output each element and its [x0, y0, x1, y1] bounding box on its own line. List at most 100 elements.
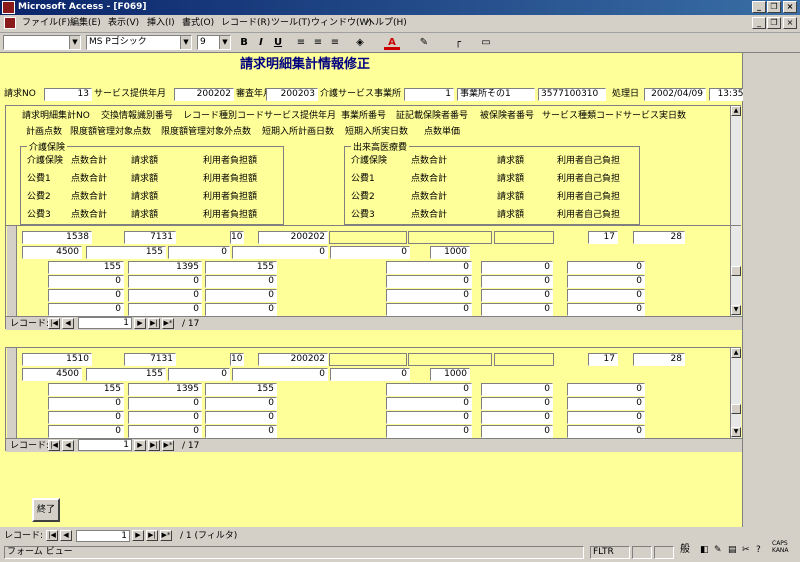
menu-edit[interactable]: 編集(E): [70, 17, 101, 30]
fill-color-icon[interactable]: ◈: [352, 36, 368, 50]
kaigo-field-1-0[interactable]: 0: [48, 275, 124, 288]
last-record-button[interactable]: ▶|: [148, 318, 160, 329]
kaigo-field-3-0[interactable]: 0: [48, 303, 124, 316]
menu-record[interactable]: レコード(R): [221, 17, 270, 30]
kaigo-field-3-2[interactable]: 0: [205, 303, 277, 316]
r2-field-5[interactable]: 1000: [430, 368, 470, 381]
new-record-button[interactable]: ▶*: [160, 530, 172, 541]
deki-field-0-1[interactable]: 0: [481, 261, 553, 274]
close-button[interactable]: ×: [783, 1, 797, 13]
last-record-button[interactable]: ▶|: [148, 440, 160, 451]
ime-mode[interactable]: 般: [680, 544, 690, 556]
r1-field-1[interactable]: 7131: [124, 231, 176, 244]
next-record-button[interactable]: ▶: [134, 440, 146, 451]
jigyosho-name-field[interactable]: 事業所その1: [457, 88, 535, 101]
r1-field-4[interactable]: [329, 353, 407, 366]
kaigo-field-1-1[interactable]: 0: [128, 397, 202, 410]
form-control-icon[interactable]: [4, 17, 16, 29]
kaigo-field-2-0[interactable]: 0: [48, 289, 124, 302]
deki-field-3-2[interactable]: 0: [567, 303, 645, 316]
prev-record-button[interactable]: ◀: [62, 440, 74, 451]
deki-field-0-0[interactable]: 0: [386, 383, 472, 396]
record-number[interactable]: 1: [78, 439, 132, 451]
r2-field-3[interactable]: 0: [232, 246, 328, 259]
kaigo-field-1-1[interactable]: 0: [128, 275, 202, 288]
kaigo-field-0-1[interactable]: 1395: [128, 383, 202, 396]
deki-field-3-2[interactable]: 0: [567, 425, 645, 438]
record-selector[interactable]: [7, 348, 17, 438]
service-ym-field[interactable]: 200202: [174, 88, 234, 101]
deki-field-1-1[interactable]: 0: [481, 397, 553, 410]
kaigo-field-2-1[interactable]: 0: [128, 289, 202, 302]
kaigo-field-0-2[interactable]: 155: [205, 261, 277, 274]
prev-record-button[interactable]: ◀: [60, 530, 72, 541]
menu-file[interactable]: ファイル(F): [22, 17, 70, 30]
r1-field-7[interactable]: 17: [588, 353, 618, 366]
pen-icon[interactable]: ✎: [714, 544, 722, 556]
record-selector[interactable]: [7, 226, 17, 316]
deki-field-1-2[interactable]: 0: [567, 397, 645, 410]
next-record-button[interactable]: ▶: [134, 318, 146, 329]
r2-field-4[interactable]: 0: [330, 368, 410, 381]
deki-field-1-1[interactable]: 0: [481, 275, 553, 288]
first-record-button[interactable]: |◀: [48, 440, 60, 451]
r2-field-4[interactable]: 0: [330, 246, 410, 259]
dictionary-icon[interactable]: ▤: [728, 544, 737, 556]
align-right-icon[interactable]: ≡: [327, 36, 343, 50]
special-effect-icon[interactable]: ▭: [478, 36, 494, 50]
kaigo-field-1-2[interactable]: 0: [205, 397, 277, 410]
r1-field-2[interactable]: 10: [230, 353, 244, 366]
r2-field-2[interactable]: 0: [168, 246, 230, 259]
deki-field-2-0[interactable]: 0: [386, 289, 472, 302]
r1-field-6[interactable]: [494, 353, 554, 366]
prev-record-button[interactable]: ◀: [62, 318, 74, 329]
jigyosho-no-field[interactable]: 1: [404, 88, 454, 101]
r1-field-2[interactable]: 10: [230, 231, 244, 244]
line-color-icon[interactable]: ✎: [416, 36, 432, 50]
r2-field-5[interactable]: 1000: [430, 246, 470, 259]
main-record-number[interactable]: 1: [76, 530, 130, 542]
end-button[interactable]: 終了: [32, 498, 60, 522]
kaigo-field-3-0[interactable]: 0: [48, 425, 124, 438]
font-size-select[interactable]: 9 ▼: [197, 35, 231, 50]
deki-field-2-0[interactable]: 0: [386, 411, 472, 424]
menu-format[interactable]: 書式(O): [182, 17, 214, 30]
r2-field-1[interactable]: 155: [86, 246, 166, 259]
r1-field-5[interactable]: [408, 353, 492, 366]
scroll-thumb[interactable]: [731, 266, 741, 276]
deki-field-2-2[interactable]: 0: [567, 289, 645, 302]
deki-field-2-1[interactable]: 0: [481, 411, 553, 424]
subform-2-scrollbar[interactable]: ▲ ▼: [730, 348, 741, 438]
next-record-button[interactable]: ▶: [132, 530, 144, 541]
menu-view[interactable]: 表示(V): [108, 17, 139, 30]
italic-button[interactable]: I: [253, 36, 269, 50]
kaigo-field-0-0[interactable]: 155: [48, 261, 124, 274]
subform-1-scrollbar[interactable]: ▼: [730, 226, 741, 316]
first-record-button[interactable]: |◀: [48, 318, 60, 329]
menu-insert[interactable]: 挿入(I): [147, 17, 175, 30]
r1-field-6[interactable]: [494, 231, 554, 244]
r1-field-0[interactable]: 1510: [22, 353, 92, 366]
r1-field-4[interactable]: [329, 231, 407, 244]
last-record-button[interactable]: ▶|: [146, 530, 158, 541]
kaigo-field-3-1[interactable]: 0: [128, 303, 202, 316]
deki-field-2-2[interactable]: 0: [567, 411, 645, 424]
audit-ym-field[interactable]: 200203: [266, 88, 318, 101]
r2-field-0[interactable]: 4500: [22, 368, 82, 381]
shori-date-field[interactable]: 2002/04/09: [644, 88, 706, 101]
deki-field-0-1[interactable]: 0: [481, 383, 553, 396]
deki-field-1-0[interactable]: 0: [386, 275, 472, 288]
r1-field-0[interactable]: 1538: [22, 231, 92, 244]
kaigo-field-2-2[interactable]: 0: [205, 289, 277, 302]
restore-button[interactable]: ❐: [767, 1, 781, 13]
first-record-button[interactable]: |◀: [46, 530, 58, 541]
bold-button[interactable]: B: [236, 36, 252, 50]
font-color-button[interactable]: A: [384, 36, 400, 50]
r1-field-8[interactable]: 28: [633, 353, 685, 366]
jigyosho-code-field[interactable]: 3577100310: [538, 88, 606, 101]
kaigo-field-1-2[interactable]: 0: [205, 275, 277, 288]
deki-field-3-0[interactable]: 0: [386, 425, 472, 438]
child-restore-button[interactable]: ❐: [767, 17, 781, 29]
deki-field-1-2[interactable]: 0: [567, 275, 645, 288]
kaigo-field-3-2[interactable]: 0: [205, 425, 277, 438]
